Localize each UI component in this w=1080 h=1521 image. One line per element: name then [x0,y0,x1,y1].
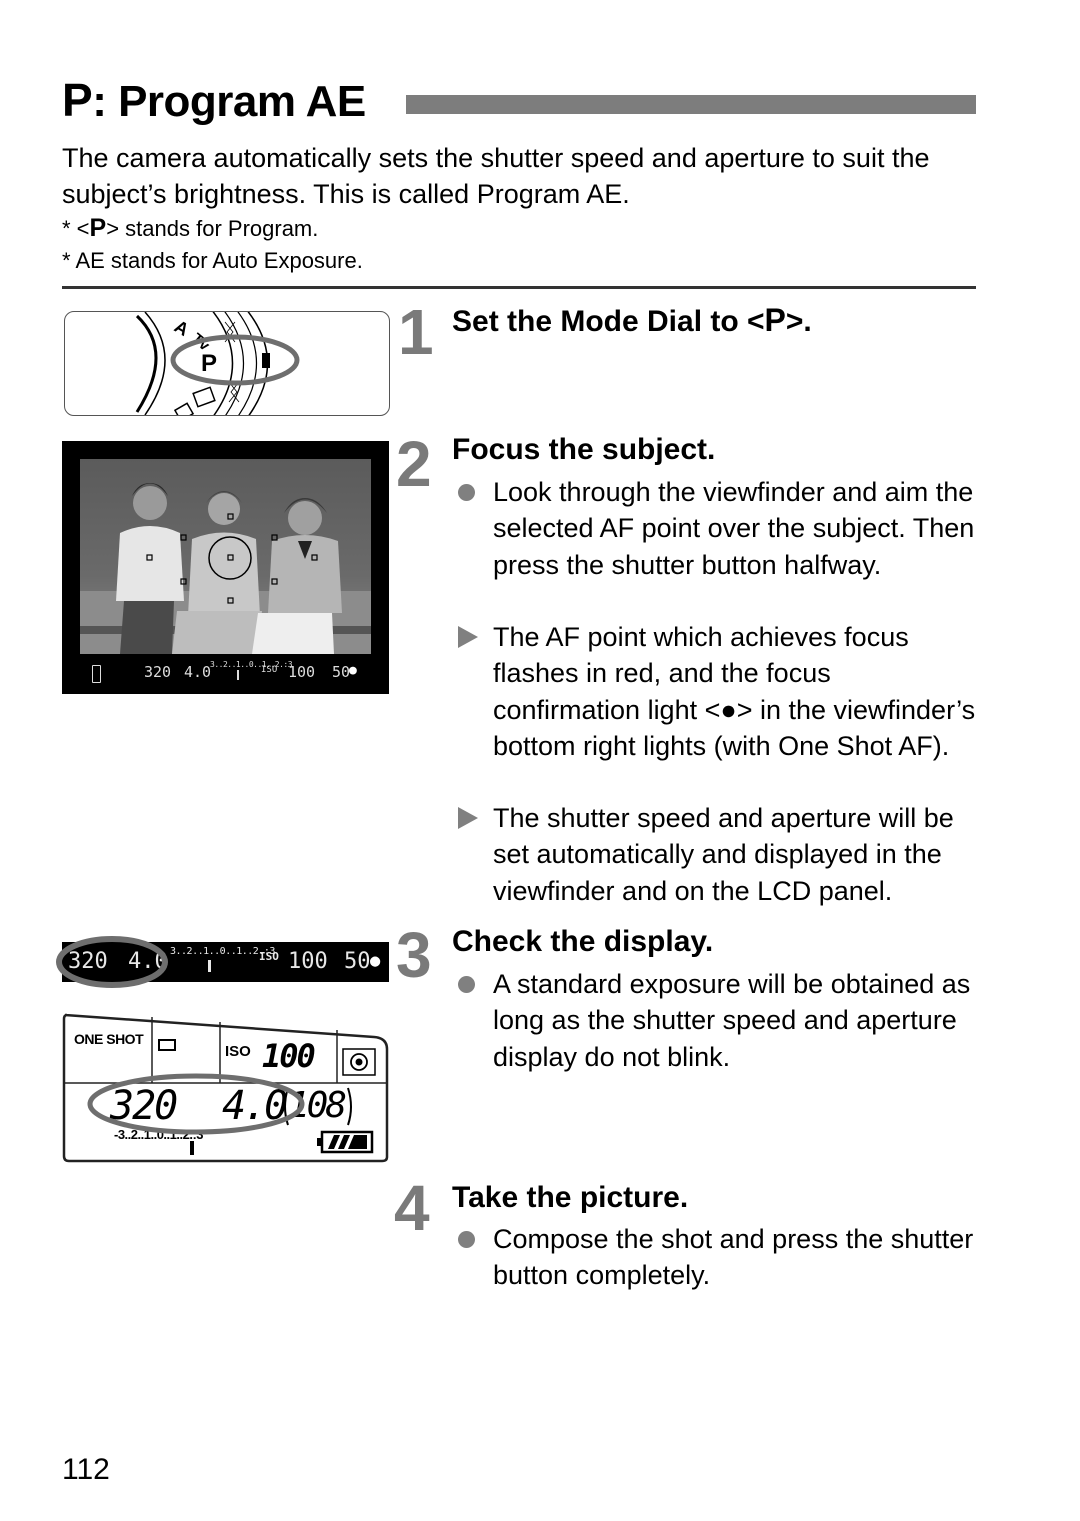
step-1-title-suffix: >. [785,305,812,338]
page-title-text: : Program AE [92,77,366,126]
step-3-bullet-1: A standard exposure will be obtained as … [458,966,978,1075]
battery-icon [92,665,101,683]
step-2-bullet-2: The AF point which achieves focus flashe… [458,619,978,765]
page-title: P: Program AE [62,72,366,130]
note-suffix: > stands for Program. [106,216,319,241]
step-2-number: 2 [396,428,432,500]
lcd-af-mode: ONE SHOT [74,1031,144,1047]
bullet-circle-icon [458,976,475,993]
section-divider [62,286,976,289]
step-2-title: Focus the subject. [452,433,716,466]
mode-dial-graphic: A Tv P [135,312,300,415]
strip-focus-confirm-icon: ● [370,951,381,971]
strip-exposure-indicator [208,960,211,972]
note-program: * <P> stands for Program. [62,214,318,243]
vf-exposure-scale: 3..2..1..0..1..2.:3 [210,660,293,669]
lcd-iso-label: ISO [225,1043,251,1060]
step-3-title: Check the display. [452,925,714,958]
program-mode-glyph: P [62,74,93,126]
note-prefix: * < [62,216,90,241]
page-number: 112 [62,1453,110,1486]
viewfinder-graphic [80,459,371,654]
step-2-bullet-1: Look through the viewfinder and aim the … [458,474,978,583]
intro-paragraph: The camera automatically sets the shutte… [62,143,930,209]
bullet-text: The AF point which achieves focus flashe… [493,619,978,765]
step-4-title: Take the picture. [452,1181,689,1214]
step-3-number: 3 [396,919,432,991]
bullet-triangle-icon [458,807,478,829]
vf-aperture: 4.0 [184,663,212,681]
focus-confirm-icon: ● [349,663,357,678]
bullet-text: The shutter speed and aperture will be s… [493,803,954,906]
lcd-panel-illustration: ONE SHOT ISO 100 320 4.0 108 -3..2..1..0… [62,1011,389,1163]
viewfinder-illustration: 320 4.0 3..2..1..0..1..2.:3 ISO 100 50 ● [62,441,389,694]
bullet-circle-icon [458,484,475,501]
program-mode-glyph: P [89,214,107,242]
step-1-number: 1 [398,296,434,368]
vf-exposure-indicator [237,670,239,680]
vf-shots-remaining: 50 [332,663,351,681]
strip-highlight-ellipse [56,936,168,988]
note-ae: * AE stands for Auto Exposure. [62,248,363,273]
dial-label-p: P [201,350,217,377]
viewfinder-strip-illustration: 320 4.0 3..2..1..0..1..2.:3 ISO 100 50 ● [56,936,389,988]
step-4-number: 4 [394,1172,430,1244]
step-1-title: Set the Mode Dial to <P>. [452,301,812,341]
vf-iso-value: 100 [288,663,316,681]
bullet-text: Compose the shot and press the shutter b… [493,1224,974,1291]
strip-shots-remaining: 50 [344,949,371,974]
focus-confirm-light-icon: ● [720,694,737,725]
vf-iso-label: ISO [261,665,278,675]
dial-label-a: A [171,316,192,340]
dial-index-mark [262,353,270,368]
mode-dial-illustration: A Tv P [64,311,390,416]
strip-iso-value: 100 [288,949,328,974]
lcd-iso-value: 100 [262,1037,316,1075]
vf-shutter-speed: 320 [144,663,172,681]
bullet-text: Look through the viewfinder and aim the … [493,477,975,580]
step-2-bullet-3: The shutter speed and aperture will be s… [458,800,978,909]
step-1-title-prefix: Set the Mode Dial to < [452,305,765,338]
selection-highlight-ellipse [170,334,300,386]
viewfinder-info-bar: 320 4.0 3..2..1..0..1..2.:3 ISO 100 50 ● [62,660,389,689]
bullet-circle-icon [458,1231,475,1248]
bullet-triangle-icon [458,626,478,648]
lcd-exposure-indicator [190,1141,194,1155]
strip-iso-label: ISO [259,950,279,963]
lcd-highlight-ellipse [87,1073,305,1135]
program-mode-glyph: P [764,302,786,338]
step-4-bullet-1: Compose the shot and press the shutter b… [458,1221,978,1294]
title-decor-bar [406,95,976,114]
bullet-text: A standard exposure will be obtained as … [493,969,971,1072]
